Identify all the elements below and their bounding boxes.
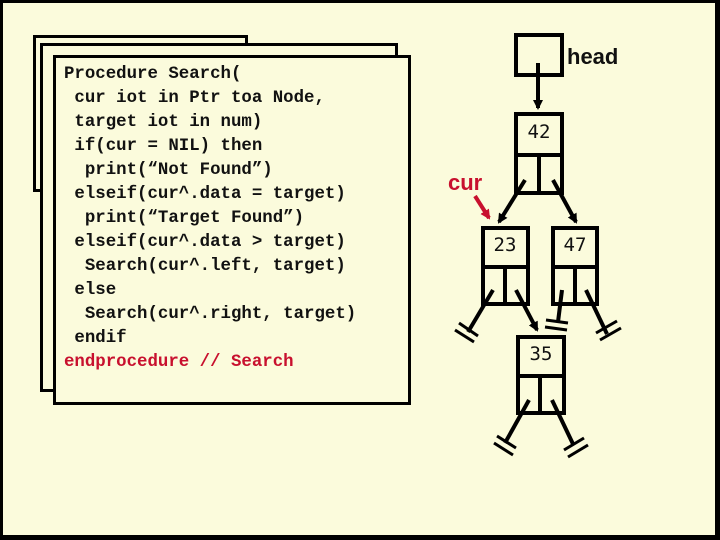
null-symbol-icon: [563, 436, 589, 459]
null-symbol-icon: [454, 321, 479, 344]
null-symbol-icon: [544, 318, 569, 332]
null-symbol-icon: [595, 319, 622, 342]
cur-label: cur: [448, 170, 483, 195]
node-value: 47: [563, 234, 587, 256]
root-right-arrow: [551, 179, 578, 224]
null-pointer-23-left: [466, 288, 495, 334]
cur-arrow: [473, 194, 491, 220]
node-value: 42: [527, 121, 551, 143]
node-value: 35: [529, 343, 553, 365]
head-label: head: [567, 44, 619, 69]
null-symbol-icon: [493, 434, 517, 457]
node-value: 23: [493, 234, 517, 256]
null-pointer-47-left: [556, 289, 564, 323]
binary-tree-diagram: [454, 33, 622, 459]
root-left-arrow: [497, 178, 527, 224]
